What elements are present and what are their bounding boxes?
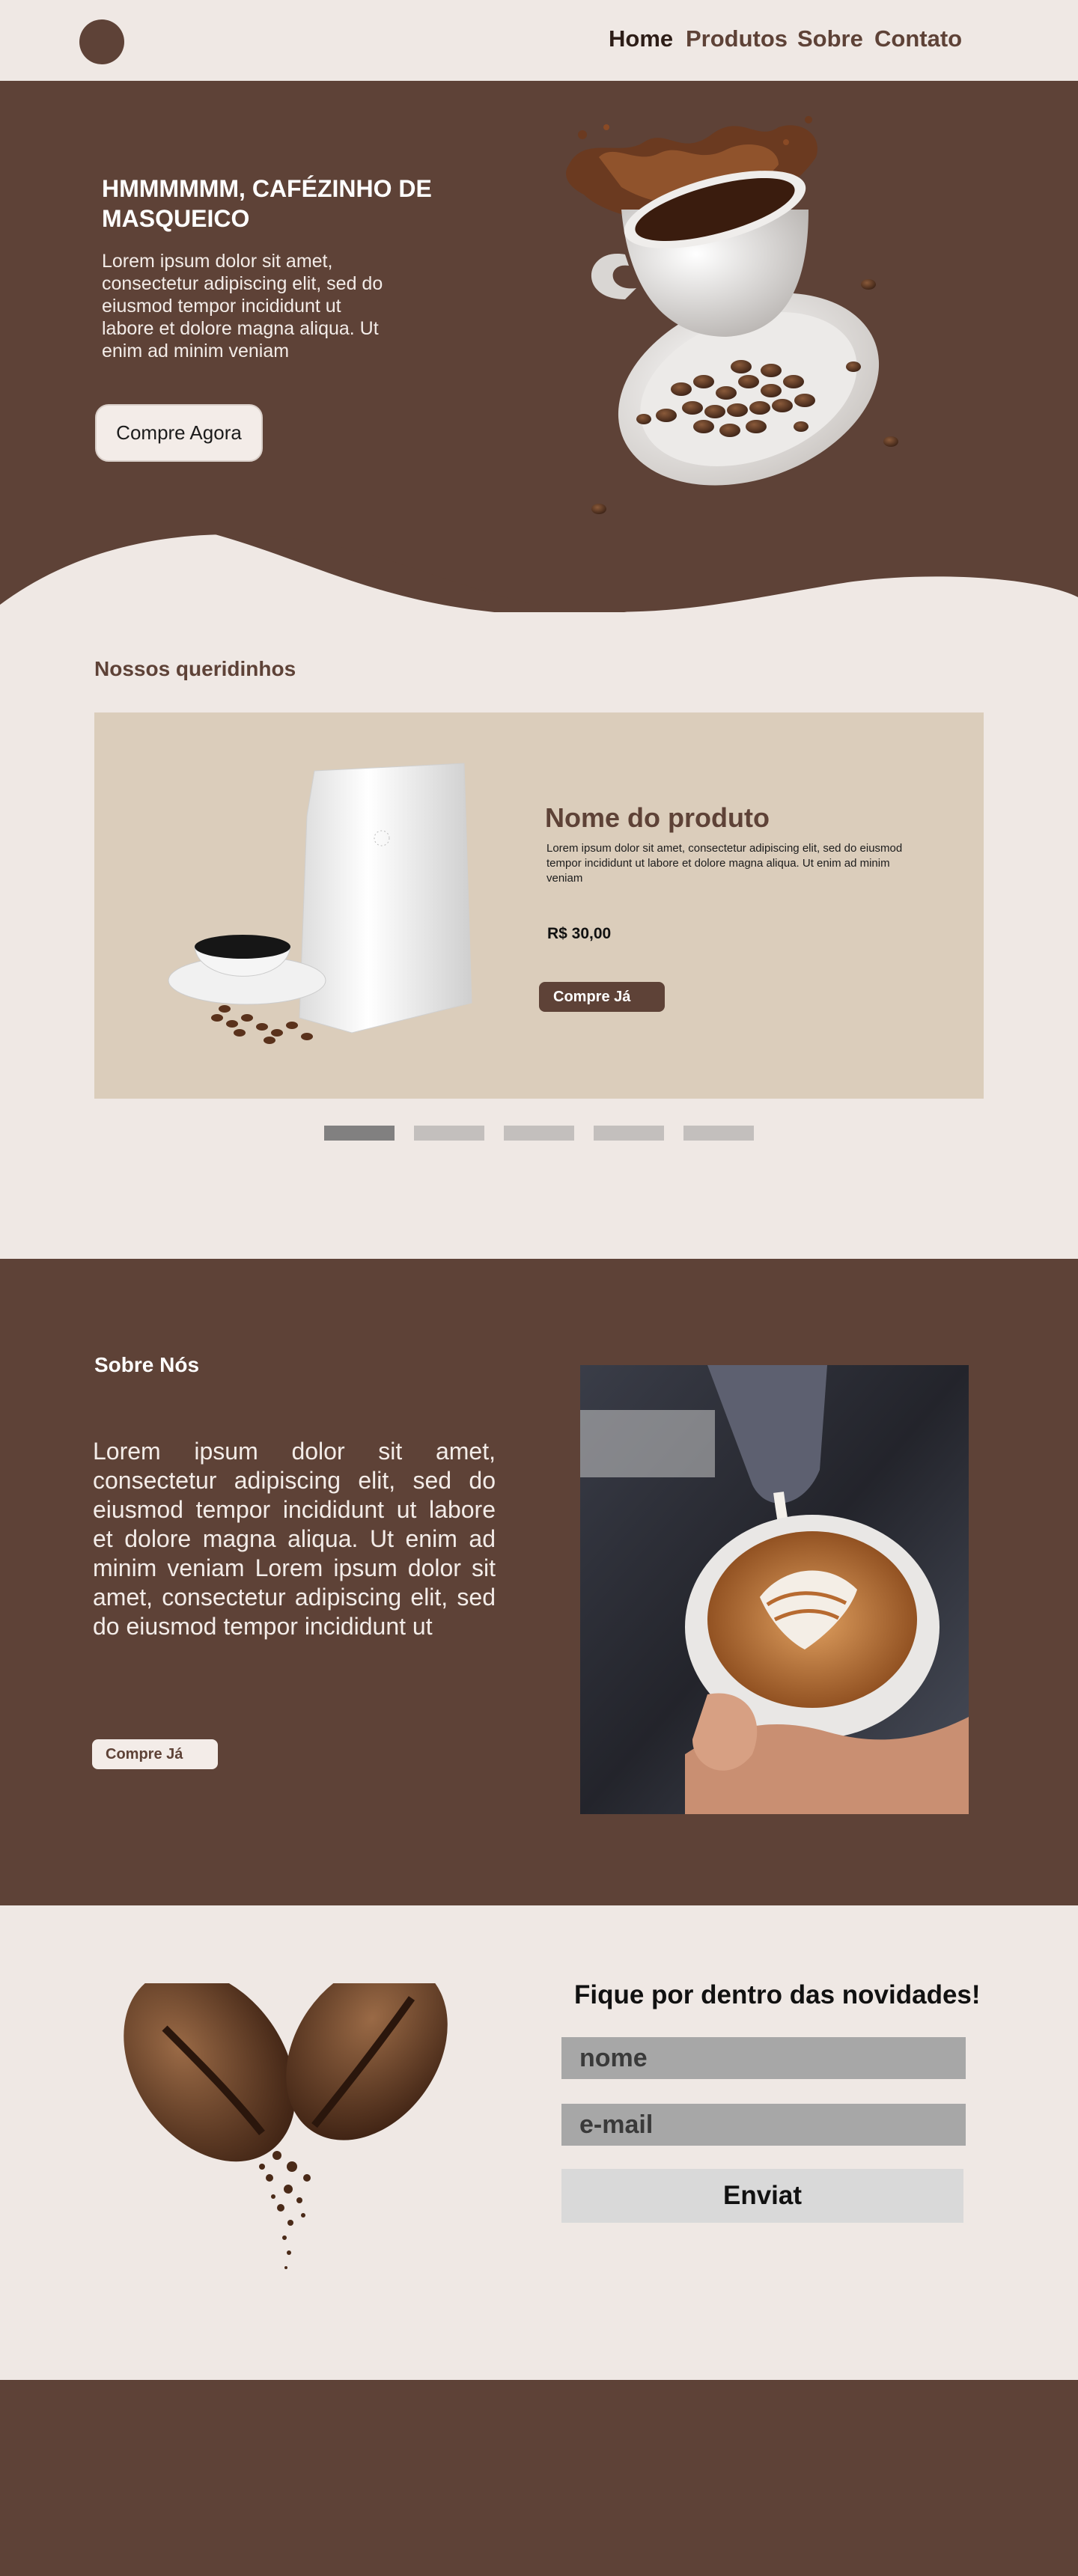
nav-produtos[interactable]: Produtos — [686, 25, 788, 52]
product-price: R$ 30,00 — [547, 925, 612, 942]
site-footer — [0, 2380, 1078, 2576]
email-input[interactable] — [561, 2104, 966, 2146]
nav-home[interactable]: Home — [609, 25, 673, 52]
carousel-indicator-1[interactable] — [324, 1126, 395, 1141]
hero-text: Lorem ipsum dolor sit amet, consectetur … — [102, 251, 383, 361]
name-input[interactable] — [561, 2037, 966, 2079]
product-description: Lorem ipsum dolor sit amet, consectetur … — [546, 842, 903, 885]
about-buy-button[interactable]: Compre Já — [92, 1739, 218, 1769]
coffee-bag-image — [168, 763, 472, 1044]
latte-art-image — [580, 1365, 969, 1814]
carousel-indicator-4[interactable] — [594, 1126, 664, 1141]
send-button[interactable]: Enviat — [561, 2169, 963, 2223]
product-name: Nome do produto — [545, 802, 770, 833]
coffee-bean-heart-image — [124, 1983, 448, 2269]
newsletter-title: Fique por dentro das novidades! — [574, 1980, 981, 2009]
hero-title: HMMMMMM, CAFÉZINHO DE MASQUEICO — [102, 175, 432, 232]
about-title: Sobre Nós — [94, 1353, 200, 1376]
product-buy-button[interactable]: Compre Já — [539, 982, 665, 1012]
coffee-cup-splash-image — [566, 116, 898, 514]
about-text: Lorem ipsum dolor sit amet, consectetur … — [93, 1438, 496, 1640]
hero-buy-button[interactable]: Compre Agora — [95, 404, 263, 462]
logo[interactable] — [79, 19, 124, 64]
carousel-indicator-3[interactable] — [504, 1126, 574, 1141]
nav-sobre[interactable]: Sobre — [797, 25, 863, 52]
nav-contato[interactable]: Contato — [874, 25, 962, 52]
carousel-indicator-2[interactable] — [414, 1126, 484, 1141]
favorites-title: Nossos queridinhos — [94, 657, 296, 680]
carousel-indicator-5[interactable] — [683, 1126, 754, 1141]
